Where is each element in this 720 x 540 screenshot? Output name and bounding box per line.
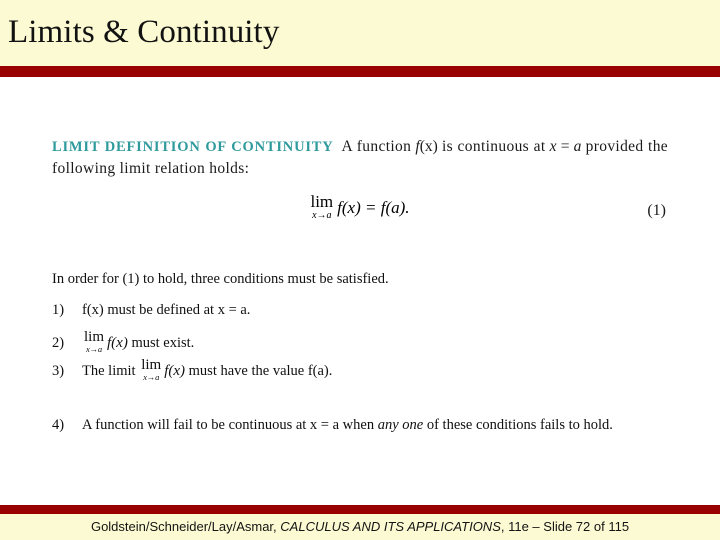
footer-book-title: CALCULUS AND ITS APPLICATIONS xyxy=(280,519,501,534)
footer-edition-slide: , 11e – Slide 72 of 115 xyxy=(500,519,630,534)
footer-accent-rule xyxy=(0,505,720,514)
list-item-text-before: The limit xyxy=(82,363,136,379)
limit-operator: lim x→a xyxy=(310,193,333,221)
inline-limit-operator: lim x→a xyxy=(141,358,161,382)
list-item-text-before: A function will fail to be continuous at… xyxy=(82,417,375,433)
inline-limit-operator: lim x→a xyxy=(84,330,104,354)
list-item: 2) lim x→a f(x) must exist. xyxy=(52,330,194,354)
list-item: 3) The limit lim x→a f(x) must have the v… xyxy=(52,358,332,382)
list-item-marker: 2) xyxy=(52,335,65,351)
inline-limit-expression: f(x) xyxy=(164,363,186,379)
limit-subscript: x→a xyxy=(312,210,332,221)
equation-number: (1) xyxy=(647,202,666,219)
limit-subscript: x→a xyxy=(86,344,102,354)
list-item: 4) A function will fail to be continuous … xyxy=(52,416,613,435)
definition-paragraph: LIMIT DEFINITION OF CONTINUITY A function… xyxy=(52,136,668,179)
limit-expression: f(x) = f(a). xyxy=(337,198,410,217)
function-argument: (x) xyxy=(419,138,438,155)
slide-canvas: Limits & Continuity LIMIT DEFINITION OF … xyxy=(0,0,720,540)
definition-sentence-part-2: is continuous at xyxy=(441,138,546,155)
footer-citation: Goldstein/Schneider/Lay/Asmar, CALCULUS … xyxy=(0,518,720,535)
list-item-text: f(x) must be defined at x = a. xyxy=(82,302,251,318)
header-accent-rule xyxy=(0,66,720,77)
list-item: 1) f(x) must be defined at x = a. xyxy=(52,301,250,320)
limit-subscript: x→a xyxy=(143,372,160,382)
limit-definition-block: LIMIT DEFINITION OF CONTINUITY A function… xyxy=(52,136,668,234)
conditions-intro: In order for (1) to hold, three conditio… xyxy=(52,271,389,287)
list-item-marker: 4) xyxy=(52,417,65,433)
definition-equation-row: lim x→a f(x) = f(a). (1) xyxy=(52,193,668,234)
list-item-marker: 1) xyxy=(52,302,65,318)
list-item-emphasis: any one xyxy=(377,417,424,433)
definition-heading: LIMIT DEFINITION OF CONTINUITY xyxy=(52,139,334,155)
page-title: Limits & Continuity xyxy=(8,14,280,50)
list-item-text: of these conditions fails to hold. xyxy=(426,417,613,433)
inline-limit-expression: f(x) xyxy=(107,335,128,351)
definition-sentence-part-1: A function xyxy=(341,138,412,155)
point-variable: x xyxy=(549,138,557,155)
point-equals-sign: = xyxy=(556,138,574,155)
list-item-marker: 3) xyxy=(52,363,65,379)
limit-operator-label: lim xyxy=(141,357,162,373)
footer-authors: Goldstein/Schneider/Lay/Asmar, xyxy=(90,519,277,534)
limit-operator-label: lim xyxy=(84,329,105,345)
limit-operator-label: lim xyxy=(310,192,334,211)
list-item-text: must exist. xyxy=(131,335,195,351)
point-value: a xyxy=(573,138,582,155)
definition-equation: lim x→a f(x) = f(a). xyxy=(52,193,668,222)
list-item-text: must have the value f(a). xyxy=(188,363,333,379)
